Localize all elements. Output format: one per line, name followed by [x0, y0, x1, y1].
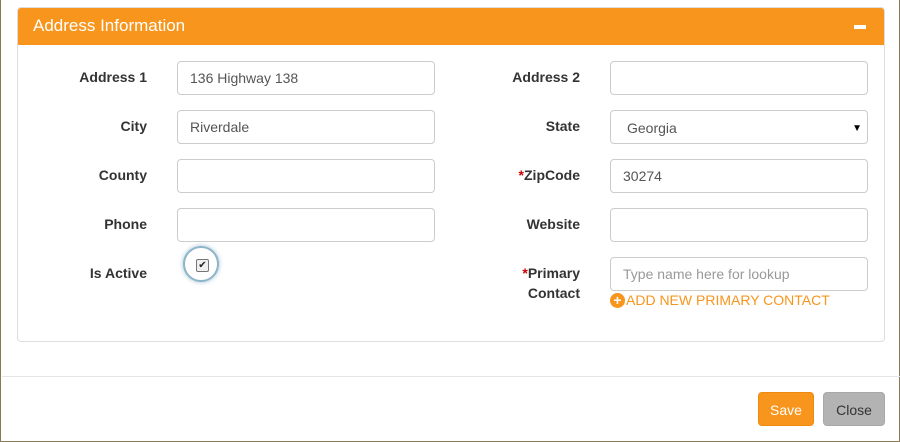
footer-divider: [2, 376, 900, 377]
is-active-checkbox-focus-ring: ✔: [183, 246, 219, 282]
close-button[interactable]: Close: [823, 392, 885, 426]
primary-contact-lookup-input[interactable]: [610, 257, 868, 291]
plus-circle-icon: +: [610, 292, 625, 308]
city-field[interactable]: [177, 110, 435, 144]
website-field[interactable]: [610, 208, 868, 242]
add-new-primary-contact-link[interactable]: + ADD NEW PRIMARY CONTACT: [610, 290, 830, 310]
primary-contact-label-line2: Contact: [527, 285, 580, 301]
address1-field[interactable]: [177, 61, 435, 95]
address2-label: Address 2: [512, 69, 580, 85]
city-label: City: [120, 118, 147, 134]
is-active-checkbox[interactable]: ✔: [196, 259, 209, 272]
primary-contact-label: *Primary Contact: [478, 263, 580, 303]
zipcode-label: *ZipCode: [478, 165, 580, 185]
zipcode-label-text: ZipCode: [524, 167, 580, 183]
county-label: County: [98, 167, 147, 183]
county-field[interactable]: [177, 159, 435, 193]
address2-field[interactable]: [610, 61, 868, 95]
state-select[interactable]: Georgia ▼: [610, 110, 868, 144]
is-active-label: Is Active: [89, 265, 147, 281]
modal-dialog: Address Information Address 1 City Count…: [0, 0, 900, 442]
add-new-primary-contact-label: ADD NEW PRIMARY CONTACT: [626, 292, 830, 308]
panel-title: Address Information: [33, 16, 186, 35]
panel-header[interactable]: Address Information: [18, 8, 884, 45]
state-label: State: [545, 118, 580, 134]
state-select-value: Georgia: [627, 120, 677, 136]
minus-icon[interactable]: [854, 25, 866, 29]
zipcode-field[interactable]: [610, 159, 868, 193]
primary-contact-label-line1: Primary: [527, 265, 580, 281]
phone-field[interactable]: [177, 208, 435, 242]
website-label: Website: [526, 216, 580, 232]
chevron-down-icon: ▼: [852, 123, 862, 134]
phone-label: Phone: [104, 216, 147, 232]
address1-label: Address 1: [79, 69, 147, 85]
save-button[interactable]: Save: [758, 392, 814, 426]
